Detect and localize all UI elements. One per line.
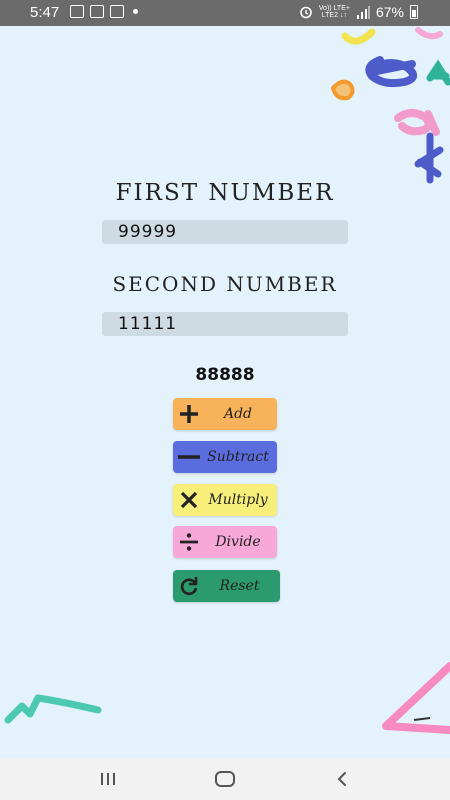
multiply-button[interactable]: Multiply [173,484,277,516]
alarm-icon [299,6,312,19]
times-icon [173,490,205,510]
network-type: Vo)) LTE+ LTE2 ↓↑ [319,5,350,19]
yellow-stroke-deco [341,28,376,45]
nav-home-button[interactable] [205,766,245,792]
decorative-background [4,27,450,734]
divide-button-label: Divide [215,534,261,550]
status-system-icons: Vo)) LTE+ LTE2 ↓↑ 67% [299,4,418,20]
result-value: 88888 [195,365,255,385]
teal-a-deco [426,59,450,86]
orange-blob-deco [330,79,355,101]
second-number-label: SECOND NUMBER [112,272,338,296]
status-time: 5:47 [30,4,60,21]
nav-recent-apps-button[interactable] [88,766,128,792]
first-number-input[interactable]: 99999 [102,220,348,244]
back-icon [337,772,346,786]
subtract-button[interactable]: Subtract [173,441,277,473]
subtract-button-label: Subtract [207,449,269,465]
home-icon [215,771,235,787]
signal-icon [356,5,370,19]
navigation-bar [0,758,450,800]
add-button[interactable]: Add [173,398,277,430]
network-line-1: Vo)) LTE+ [318,5,350,12]
divide-icon [173,531,205,553]
nav-back-button[interactable] [322,766,362,792]
status-bar: 5:47 Vo)) LTE+ LTE2 ↓↑ 67% [0,0,450,26]
network-line-2: LTE2 ↓↑ [321,12,347,19]
multiply-button-label: Multiply [208,492,268,508]
blue-k-deco [414,132,444,184]
status-notification-icons [70,5,138,18]
dark-pencil-mark-deco [413,717,431,721]
battery-percent: 67% [375,4,404,20]
more-notifications-icon [133,9,138,14]
image-icon [110,5,124,18]
recent-apps-icon [101,773,115,785]
pink-a-deco [394,109,440,136]
teal-squiggle-deco [4,694,102,724]
reset-button[interactable]: Reset [173,570,280,602]
pink-triangle-deco [382,662,450,734]
gallery-icon [70,5,84,18]
pink-stroke-deco [415,27,443,40]
battery-icon [410,5,418,19]
divide-button[interactable]: Divide [173,526,277,558]
plus-icon [173,403,205,425]
second-number-input[interactable]: 11111 [102,312,348,336]
notification-app-icon [90,5,104,18]
minus-icon [173,446,205,468]
add-button-label: Add [223,406,253,422]
refresh-icon [173,575,205,597]
reset-button-label: Reset [219,578,260,594]
first-number-label: FIRST NUMBER [115,180,335,206]
blue-e-deco [365,56,418,88]
